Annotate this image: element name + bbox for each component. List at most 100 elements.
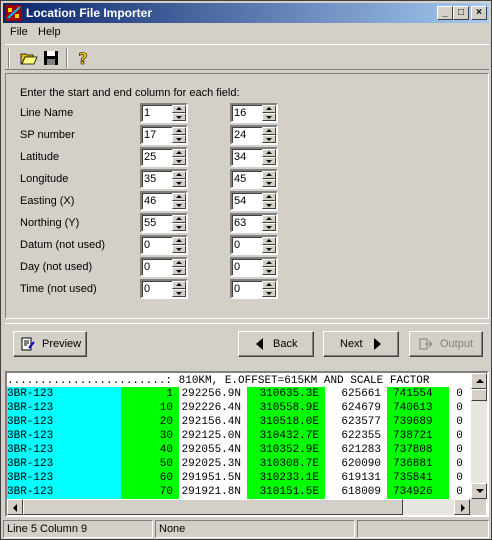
end-column-spinner[interactable]: 24 (230, 125, 278, 145)
spin-up-icon[interactable] (262, 281, 276, 289)
back-button[interactable]: Back (238, 331, 314, 357)
spin-up-icon[interactable] (262, 259, 276, 267)
spin-up-icon[interactable] (172, 281, 186, 289)
folder-open-icon[interactable] (19, 48, 39, 68)
spin-down-icon[interactable] (172, 289, 186, 297)
spin-up-icon[interactable] (262, 127, 276, 135)
spin-down-icon[interactable] (172, 223, 186, 231)
start-column-value[interactable]: 17 (144, 129, 156, 141)
spin-down-icon[interactable] (262, 245, 276, 253)
start-column-value[interactable]: 0 (144, 283, 150, 295)
spin-up-icon[interactable] (172, 127, 186, 135)
scroll-left-button[interactable] (7, 499, 23, 515)
close-button[interactable]: × (471, 6, 487, 20)
spin-down-icon[interactable] (172, 267, 186, 275)
spin-down-icon[interactable] (262, 135, 276, 143)
start-column-value[interactable]: 1 (144, 107, 150, 119)
question-mark-icon[interactable]: ? (73, 48, 93, 68)
scroll-down-button[interactable] (471, 483, 487, 499)
spin-up-icon[interactable] (262, 193, 276, 201)
spin-up-icon[interactable] (172, 259, 186, 267)
spin-down-icon[interactable] (172, 135, 186, 143)
start-column-spinner[interactable]: 0 (140, 279, 188, 299)
file-preview[interactable]: ........................: 810KM, E.OFFSE… (5, 371, 489, 517)
horizontal-scrollbar[interactable] (7, 499, 470, 515)
spin-down-icon[interactable] (262, 223, 276, 231)
spin-down-icon[interactable] (172, 201, 186, 209)
spin-up-icon[interactable] (172, 105, 186, 113)
end-column-value[interactable]: 45 (234, 173, 246, 185)
start-column-spinner[interactable]: 1 (140, 103, 188, 123)
start-column-value[interactable]: 46 (144, 195, 156, 207)
menu-help[interactable]: Help (38, 26, 61, 38)
preview-button[interactable]: Preview (13, 331, 87, 357)
spin-up-icon[interactable] (262, 215, 276, 223)
end-column-spinner[interactable]: 34 (230, 147, 278, 167)
spin-down-icon[interactable] (172, 113, 186, 121)
spin-up-icon[interactable] (172, 215, 186, 223)
start-column-value[interactable]: 55 (144, 217, 156, 229)
title-bar[interactable]: Location File Importer _ □ × (3, 3, 489, 23)
start-column-value[interactable]: 0 (144, 239, 150, 251)
start-column-spinner[interactable]: 0 (140, 257, 188, 277)
back-arrow-icon (256, 338, 263, 350)
spin-up-icon[interactable] (262, 105, 276, 113)
spin-down-icon[interactable] (262, 201, 276, 209)
next-button[interactable]: Next (323, 331, 399, 357)
spin-up-icon[interactable] (262, 171, 276, 179)
end-column-value[interactable]: 63 (234, 217, 246, 229)
end-column-spinner[interactable]: 0 (230, 257, 278, 277)
end-column-value[interactable]: 34 (234, 151, 246, 163)
spin-down-icon[interactable] (262, 157, 276, 165)
start-column-spinner[interactable]: 55 (140, 213, 188, 233)
output-button[interactable]: Output (409, 331, 483, 357)
end-column-value[interactable]: 0 (234, 261, 240, 273)
vertical-scrollbar[interactable] (471, 373, 487, 499)
spin-down-icon[interactable] (172, 157, 186, 165)
maximize-button[interactable]: □ (453, 6, 469, 20)
end-column-value[interactable]: 16 (234, 107, 246, 119)
spin-down-icon[interactable] (172, 179, 186, 187)
spin-down-icon[interactable] (262, 179, 276, 187)
spin-up-icon[interactable] (172, 237, 186, 245)
spin-up-icon[interactable] (172, 171, 186, 179)
start-column-spinner[interactable]: 35 (140, 169, 188, 189)
field-label: Day (not used) (20, 261, 93, 273)
spin-down-icon[interactable] (172, 245, 186, 253)
end-column-spinner[interactable]: 63 (230, 213, 278, 233)
end-column-spinner[interactable]: 0 (230, 279, 278, 299)
floppy-disk-icon[interactable] (41, 48, 61, 68)
spin-down-icon[interactable] (262, 289, 276, 297)
start-column-spinner[interactable]: 17 (140, 125, 188, 145)
end-column-value[interactable]: 24 (234, 129, 246, 141)
end-column-value[interactable]: 0 (234, 239, 240, 251)
end-column-spinner[interactable]: 54 (230, 191, 278, 211)
end-column-value[interactable]: 0 (234, 283, 240, 295)
menu-file[interactable]: File (10, 26, 28, 38)
start-column-value[interactable]: 0 (144, 261, 150, 273)
start-column-value[interactable]: 25 (144, 151, 156, 163)
start-column-spinner[interactable]: 46 (140, 191, 188, 211)
end-column-spinner[interactable]: 0 (230, 235, 278, 255)
end-column-spinner[interactable]: 16 (230, 103, 278, 123)
spin-up-icon[interactable] (262, 237, 276, 245)
end-column-value[interactable]: 54 (234, 195, 246, 207)
vertical-scroll-thumb[interactable] (471, 389, 487, 401)
field-label: Easting (X) (20, 195, 75, 207)
scroll-up-button[interactable] (471, 373, 487, 389)
spin-down-icon[interactable] (262, 267, 276, 275)
end-column-spinner[interactable]: 45 (230, 169, 278, 189)
scroll-right-button[interactable] (454, 499, 470, 515)
preview-cell-line: 3BR-123 (7, 415, 121, 429)
spin-up-icon[interactable] (262, 149, 276, 157)
horizontal-scroll-thumb[interactable] (23, 499, 403, 515)
start-column-value[interactable]: 35 (144, 173, 156, 185)
start-column-spinner[interactable]: 0 (140, 235, 188, 255)
spin-down-icon[interactable] (262, 113, 276, 121)
start-column-spinner[interactable]: 25 (140, 147, 188, 167)
toolbar-separator (66, 48, 68, 68)
minimize-button[interactable]: _ (437, 6, 453, 20)
spinner-buttons (172, 281, 186, 297)
spin-up-icon[interactable] (172, 193, 186, 201)
spin-up-icon[interactable] (172, 149, 186, 157)
